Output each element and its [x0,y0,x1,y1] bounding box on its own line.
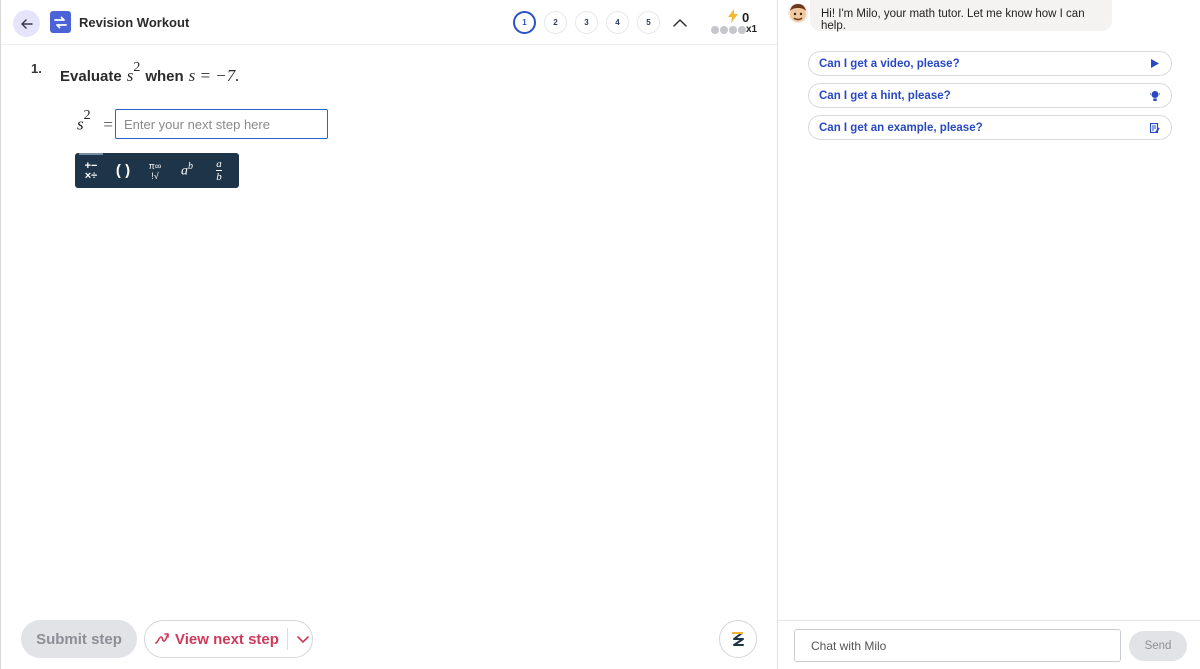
streak-widget: 0 x1 [709,9,761,37]
arrow-left-icon [20,18,33,29]
question-prompt: Evaluate s2 when s = −7. [60,60,240,86]
expr-exponent: 2 [133,60,141,75]
lhs-variable: s [77,114,84,134]
exponent-button[interactable]: ab [171,153,203,188]
step-4-button[interactable]: 4 [606,11,629,34]
prompt-word: Evaluate [60,68,122,85]
power-base-label: a [181,163,188,179]
play-icon [1149,58,1161,70]
view-next-step-button[interactable]: View next step [144,620,313,658]
ask-hint-chip[interactable]: Can I get a hint, please? [808,83,1172,108]
condition-word: when [145,68,184,85]
power-exp-label: b [188,161,193,173]
step-1-button[interactable]: 1 [513,11,536,34]
progress-dot [738,26,746,34]
chat-divider [778,620,1200,621]
milo-launcher-button[interactable] [719,620,757,658]
suggestion-chips: Can I get a video, please? Can I get a h… [808,51,1172,147]
const-bottom-label: !√ [151,170,159,181]
lightning-bolt-icon [728,9,738,23]
progress-dot [711,26,719,34]
parentheses-button[interactable]: ( ) [107,153,139,188]
app-title: Revision Workout [79,15,190,30]
lhs-exponent: 2 [83,108,91,123]
view-next-step-label: View next step [175,630,279,648]
streak-multiplier: x1 [746,24,758,35]
milo-logo-icon [732,632,744,646]
top-bar: Revision Workout 1 2 3 4 5 0 x1 [1,0,778,45]
constants-button[interactable]: π∞ !√ [139,153,171,188]
button-separator [286,628,288,650]
step-2-button[interactable]: 2 [544,11,567,34]
tutor-chat-pane: Hi! I'm Milo, your math tutor. Let me kn… [777,0,1200,669]
parentheses-label: ( ) [115,162,131,179]
worked-example-icon [1149,122,1161,134]
back-button[interactable] [13,10,40,37]
fraction-button[interactable]: ab [203,153,235,188]
ask-video-chip[interactable]: Can I get a video, please? [808,51,1172,76]
prompt-expression: s2 [127,60,141,86]
next-step-input[interactable] [115,109,328,139]
frac-den-label: b [216,171,222,183]
milo-avatar [788,3,808,23]
chat-input[interactable] [794,629,1121,662]
math-toolbar: +− ×÷ ( ) π∞ !√ ab ab [75,153,239,188]
step-3-button[interactable]: 3 [575,11,598,34]
answer-lhs: s2 = [77,108,113,135]
step-indicator: 1 2 3 4 5 [513,11,660,34]
steps-icon [155,633,169,644]
send-button[interactable]: Send [1129,631,1187,661]
chevron-up-icon [673,18,687,27]
revision-workout-logo-icon [50,11,71,33]
chip-label: Can I get a hint, please? [819,89,951,102]
lightbulb-icon [1149,90,1161,102]
collapse-button[interactable] [671,13,689,31]
frac-num-label: a [216,158,222,170]
greeting-message: Hi! I'm Milo, your math tutor. Let me kn… [810,0,1112,32]
const-top-label: π∞ [148,160,162,171]
submit-step-button[interactable]: Submit step [21,620,137,658]
chip-label: Can I get a video, please? [819,57,960,70]
ops-top-label: +− [84,159,98,172]
step-5-button[interactable]: 5 [637,11,660,34]
ask-example-chip[interactable]: Can I get an example, please? [808,115,1172,140]
question-number: 1. [31,61,42,76]
streak-count: 0 [742,10,750,25]
progress-dot [720,26,728,34]
chevron-down-icon[interactable] [296,632,310,646]
progress-dot [729,26,737,34]
ops-bottom-label: ×÷ [84,169,98,182]
workout-pane: Revision Workout 1 2 3 4 5 0 x1 1. Evalu… [0,0,778,669]
streak-progress-dots [711,26,746,34]
condition-expression: s = −7. [188,66,240,85]
operators-button[interactable]: +− ×÷ [75,153,107,188]
chip-label: Can I get an example, please? [819,121,983,134]
equals-sign: = [103,114,113,134]
